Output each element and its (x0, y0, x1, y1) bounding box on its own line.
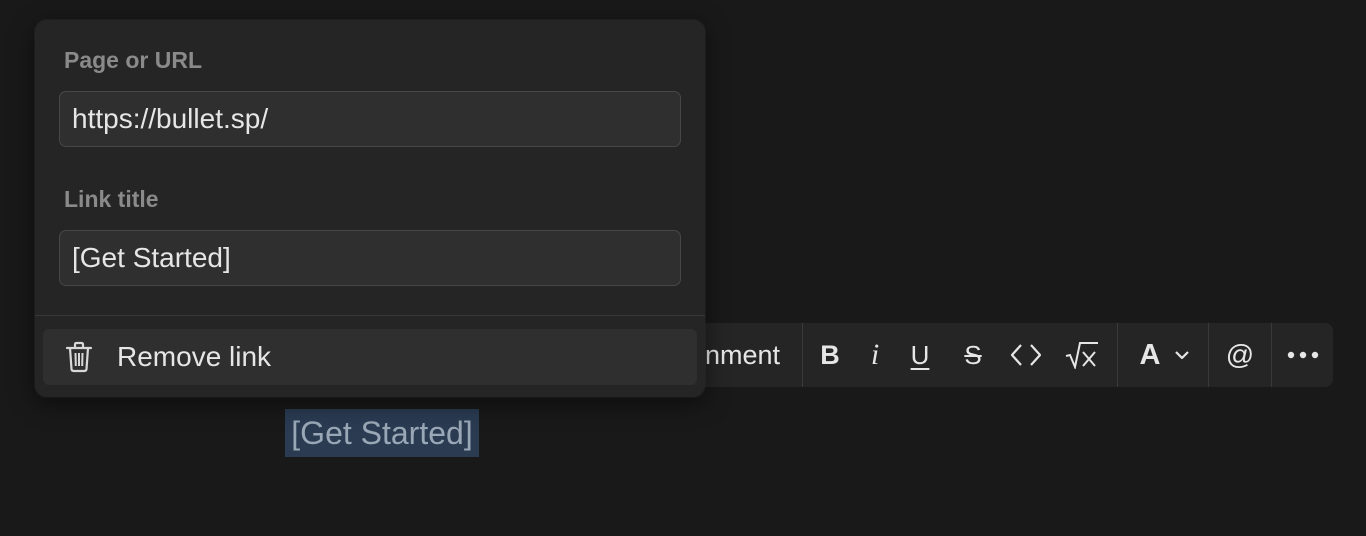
more-button[interactable] (1285, 323, 1321, 387)
toolbar-divider (802, 323, 803, 387)
italic-label: i (870, 338, 880, 371)
italic-button[interactable]: i (862, 323, 888, 387)
equation-button[interactable] (1064, 323, 1100, 387)
mention-label: @ (1225, 339, 1255, 370)
strikethrough-label: S (964, 339, 982, 370)
text-color-label: A (1139, 338, 1161, 371)
remove-link-button[interactable]: Remove link (43, 329, 697, 385)
link-title-input[interactable] (59, 230, 681, 286)
editor-page: nment B i U S A @ [Get Started] Page or … (0, 0, 1366, 536)
comment-label: nment (704, 339, 780, 370)
mention-button[interactable]: @ (1224, 323, 1256, 387)
trash-icon (65, 341, 95, 373)
url-input[interactable] (59, 91, 681, 147)
bold-button[interactable]: B (815, 323, 845, 387)
chevron-down-icon (1174, 350, 1190, 360)
selected-link-text[interactable]: [Get Started] (285, 409, 479, 457)
link-popover: Page or URL Link title Remove link (35, 20, 705, 397)
link-title-label: Link title (64, 186, 159, 212)
toolbar-divider (1117, 323, 1118, 387)
equation-icon (1065, 341, 1099, 369)
toolbar-divider (1271, 323, 1272, 387)
url-label: Page or URL (64, 47, 203, 73)
remove-link-label: Remove link (117, 341, 272, 372)
code-icon (1010, 343, 1042, 367)
bold-label: B (820, 339, 840, 370)
underline-button[interactable]: U (906, 323, 934, 387)
formatting-toolbar: nment B i U S A @ (600, 323, 1333, 387)
code-button[interactable] (1008, 323, 1044, 387)
more-icon (1287, 351, 1319, 359)
text-color-button[interactable]: A (1137, 323, 1193, 387)
strikethrough-button[interactable]: S (959, 323, 987, 387)
toolbar-divider (1208, 323, 1209, 387)
underline-label: U (910, 339, 930, 370)
popover-divider (35, 315, 705, 316)
